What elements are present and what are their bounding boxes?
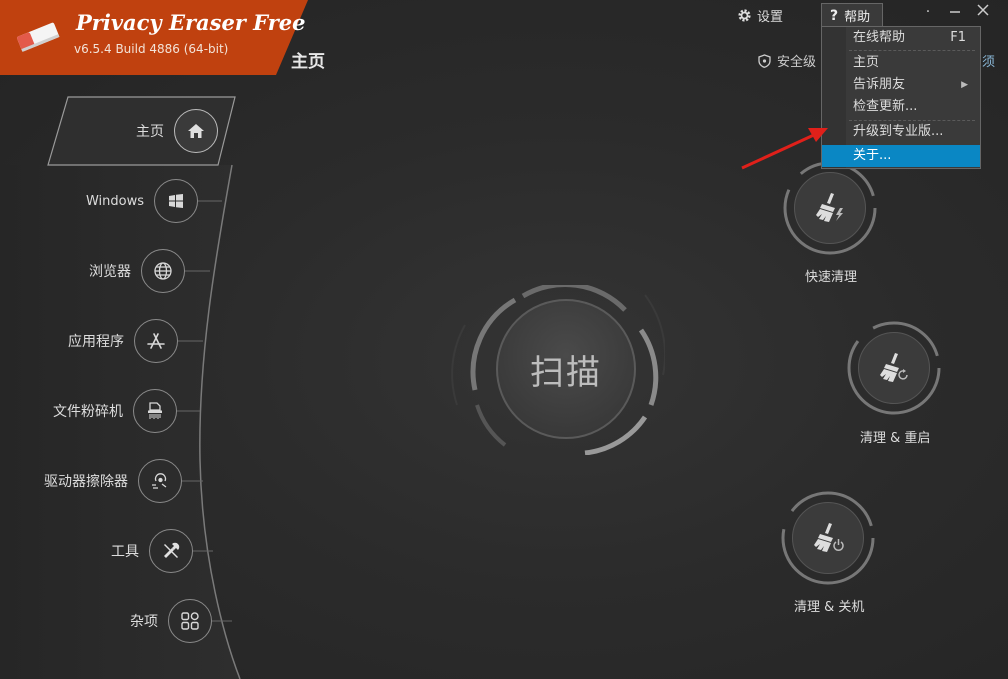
- menu-item-label: 告诉朋友: [853, 77, 906, 92]
- menu-item-label: 主页: [853, 55, 880, 70]
- clean-shutdown-button[interactable]: [780, 490, 876, 586]
- tools-icon: [149, 529, 193, 573]
- sidebar-item-drive-wiper[interactable]: 驱动器擦除器: [10, 457, 182, 505]
- menu-item-label: 升级到专业版...: [853, 124, 944, 139]
- sidebar-item-home[interactable]: 主页: [60, 107, 218, 155]
- help-label: 帮助: [844, 10, 871, 25]
- clean-restart-button[interactable]: [846, 320, 942, 416]
- sidebar-item-file-shredder[interactable]: 文件粉碎机: [10, 387, 177, 435]
- drive-wipe-icon: [138, 459, 182, 503]
- broom-power-icon: [792, 502, 864, 574]
- menu-item-online-help[interactable]: 在线帮助 F1: [822, 27, 980, 49]
- menu-item-upgrade-pro[interactable]: 升级到专业版...: [822, 121, 980, 143]
- scan-button[interactable]: 扫描: [496, 299, 636, 439]
- question-icon: ?: [830, 7, 839, 24]
- red-arrow-annotation: [741, 128, 828, 170]
- shredder-icon: [133, 389, 177, 433]
- home-icon: [174, 109, 218, 153]
- close-button[interactable]: [973, 2, 993, 22]
- broom-lightning-icon: [794, 172, 866, 244]
- menu-item-label: 关于...: [853, 148, 892, 163]
- menu-item-tell-friends[interactable]: 告诉朋友 ▶: [822, 74, 980, 96]
- sidebar-item-label: 浏览器: [89, 264, 131, 280]
- sidebar-item-browser[interactable]: 浏览器: [20, 247, 185, 295]
- settings-button[interactable]: 设置: [737, 6, 784, 25]
- menu-item-check-updates[interactable]: 检查更新...: [822, 96, 980, 118]
- security-level[interactable]: 安全级: [758, 51, 816, 70]
- submenu-arrow-icon: ▶: [961, 80, 968, 90]
- edge-text: 须: [982, 55, 996, 70]
- security-label: 安全级: [777, 55, 817, 70]
- help-dropdown-menu: 在线帮助 F1 主页 告诉朋友 ▶ 检查更新... 升级到专业版... 关于..…: [821, 26, 981, 169]
- sidebar-item-label: Windows: [85, 193, 144, 209]
- sidebar-item-label: 工具: [111, 544, 139, 560]
- clean-shutdown-label: 清理 & 关机: [794, 600, 865, 615]
- shield-icon: [758, 53, 771, 68]
- menu-item-label: 在线帮助: [853, 30, 906, 45]
- app-title: Privacy Eraser Free: [76, 10, 306, 35]
- help-menu-button[interactable]: ? 帮助: [821, 3, 883, 27]
- clean-restart-label: 清理 & 重启: [860, 431, 931, 446]
- broom-restart-icon: [858, 332, 930, 404]
- sidebar-item-label: 应用程序: [68, 334, 124, 350]
- sidebar-item-windows[interactable]: Windows: [40, 177, 198, 225]
- close-icon: [977, 4, 989, 16]
- sidebar-item-misc[interactable]: 杂项: [10, 597, 212, 645]
- menu-shortcut: F1: [950, 30, 966, 45]
- sidebar-item-label: 文件粉碎机: [53, 404, 123, 420]
- sidebar-item-tools[interactable]: 工具: [10, 527, 193, 575]
- settings-label: 设置: [757, 9, 784, 25]
- page-title: 主页: [291, 52, 325, 72]
- sidebar-item-label: 杂项: [130, 614, 158, 630]
- sidebar-item-label: 主页: [136, 124, 164, 140]
- quick-clean-button[interactable]: [782, 160, 878, 256]
- menu-item-homepage[interactable]: 主页: [822, 52, 980, 74]
- app-version: v6.5.4 Build 4886 (64-bit): [74, 42, 229, 56]
- quick-clean-label: 快速清理: [805, 270, 858, 285]
- sidebar-item-applications[interactable]: 应用程序: [10, 317, 178, 365]
- gear-icon: [738, 8, 751, 22]
- minimize-button[interactable]: [945, 2, 965, 22]
- minimize-icon: [950, 11, 960, 13]
- scan-label: 扫描: [530, 352, 602, 393]
- globe-icon: [141, 249, 185, 293]
- sidebar-item-label: 驱动器擦除器: [44, 474, 128, 490]
- app-store-icon: [134, 319, 178, 363]
- menu-item-label: 检查更新...: [853, 99, 918, 114]
- menu-item-about[interactable]: 关于...: [822, 145, 980, 167]
- menu-separator: [849, 50, 975, 51]
- eraser-logo-icon: [17, 22, 60, 52]
- menu-dot-button[interactable]: ·: [918, 2, 938, 22]
- windows-icon: [154, 179, 198, 223]
- grid-icon: [168, 599, 212, 643]
